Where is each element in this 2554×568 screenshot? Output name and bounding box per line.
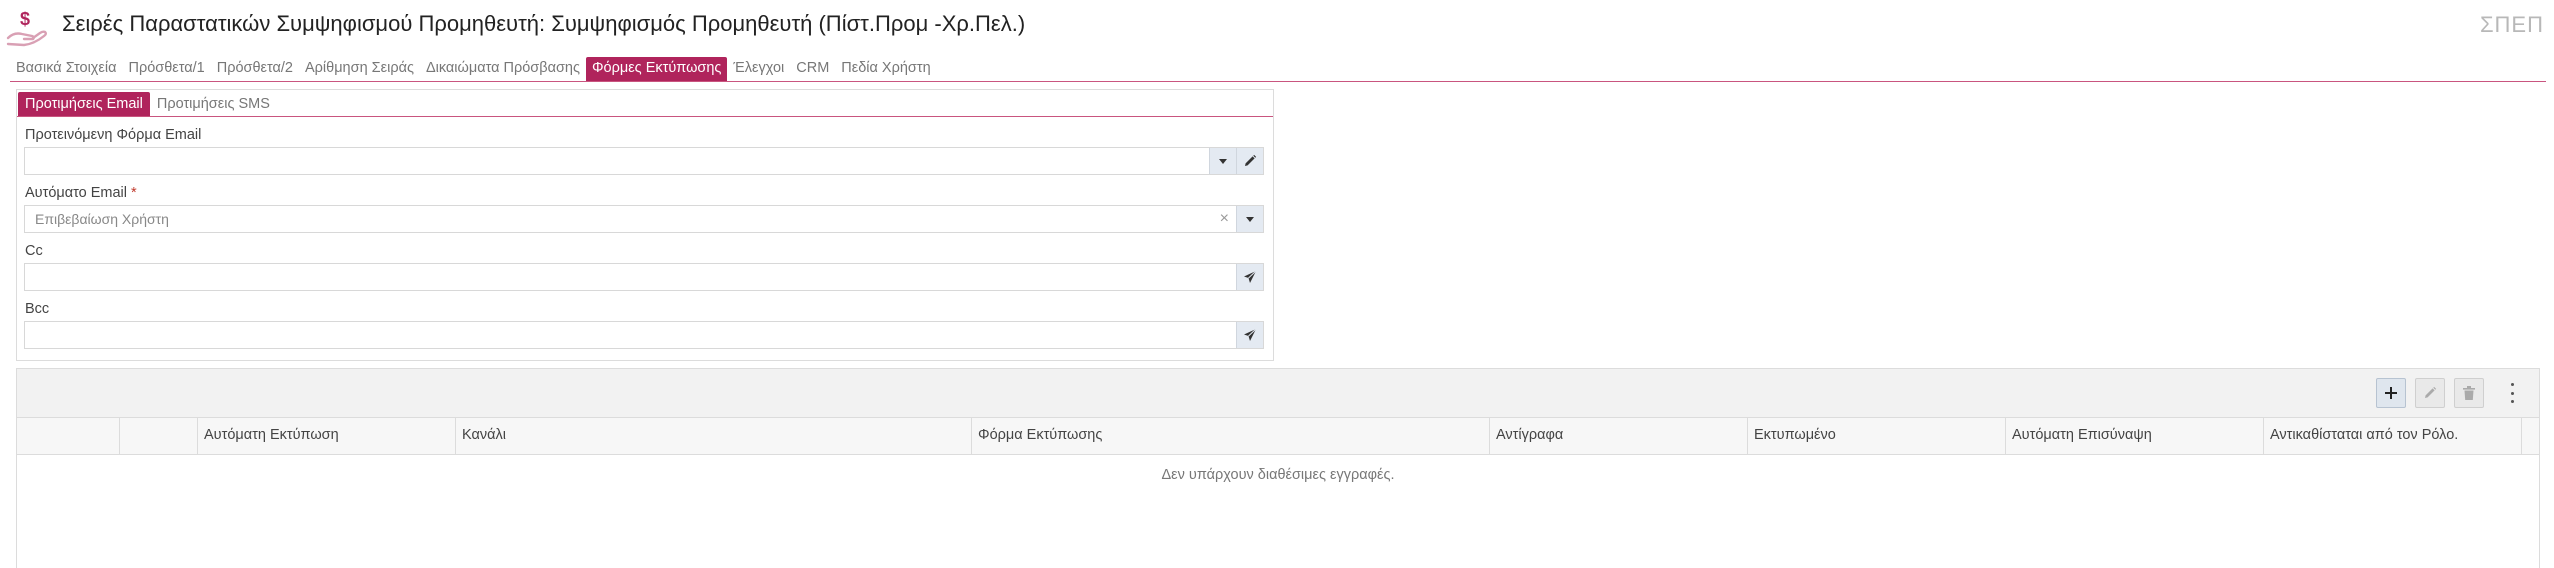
tab-sms-preferences[interactable]: Προτιμήσεις SMS [150,92,277,116]
auto-email-select[interactable]: Επιβεβαίωση Χρήστη × [24,205,1264,233]
clear-icon[interactable]: × [1220,210,1229,228]
column-header-printed[interactable]: Εκτυπωμένο [1748,418,2006,454]
tab-extra-1[interactable]: Πρόσθετα/1 [122,57,210,81]
email-preferences-panel: Προτιμήσεις Email Προτιμήσεις SMS Προτει… [16,89,1274,361]
column-header-print-form[interactable]: Φόρμα Εκτύπωσης [972,418,1490,454]
subtab-divider [17,116,1273,117]
required-mark: * [131,185,137,201]
tab-email-preferences[interactable]: Προτιμήσεις Email [18,92,150,116]
caret-down-icon [1246,217,1254,222]
add-button[interactable] [2376,378,2406,408]
auto-email-label: Αυτόματο Email * [25,185,137,201]
column-header-auto-attach[interactable]: Αυτόματη Επισύναψη [2006,418,2264,454]
paper-plane-icon [1244,270,1257,283]
edit-button[interactable] [2415,378,2445,408]
tab-user-fields[interactable]: Πεδία Χρήστη [835,57,936,81]
grid-header: Αυτόματη Εκτύπωση Κανάλι Φόρμα Εκτύπωσης… [17,418,2539,455]
column-header-replaced-by-role[interactable]: Αντικαθίσταται από τον Ρόλο. [2264,418,2522,454]
default-email-form-select[interactable] [24,147,1264,175]
more-options-icon[interactable] [2507,383,2517,403]
caret-down-icon [1219,159,1227,164]
column-header-auto-print[interactable]: Αυτόματη Εκτύπωση [198,418,456,454]
money-hand-icon: $ [6,9,47,47]
tab-print-forms[interactable]: Φόρμες Εκτύπωσης [585,57,728,81]
default-email-form-label: Προτεινόμενη Φόρμα Email [25,127,202,143]
auto-email-label-text: Αυτόματο Email [25,185,128,201]
bcc-label: Bcc [25,301,50,317]
svg-text:$: $ [20,9,30,29]
send-button[interactable] [1236,264,1263,290]
cc-field[interactable] [24,263,1264,291]
tab-checks[interactable]: Έλεγχοι [727,57,790,81]
pencil-icon [2425,386,2437,398]
tab-basic-info[interactable]: Βασικά Στοιχεία [10,57,122,81]
dropdown-button[interactable] [1209,148,1236,174]
pencil-icon [1245,154,1257,166]
bcc-field[interactable] [24,321,1264,349]
tab-series-numbering[interactable]: Αρίθμηση Σειράς [299,57,420,81]
auto-email-value: Επιβεβαίωση Χρήστη [35,211,169,227]
column-header-select[interactable] [120,418,198,454]
tab-access-rights[interactable]: Δικαιώματα Πρόσβασης [420,57,586,81]
series-code: ΣΠΕΠ [2479,12,2544,37]
send-button[interactable] [1236,322,1263,348]
sub-tabs: Προτιμήσεις Email Προτιμήσεις SMS [18,92,277,116]
empty-grid-message: Δεν υπάρχουν διαθέσιμες εγγραφές. [1161,467,1395,483]
print-forms-grid: Αυτόματη Εκτύπωση Κανάλι Φόρμα Εκτύπωσης… [16,368,2540,568]
dropdown-button[interactable] [1236,206,1263,232]
trash-icon [2463,386,2475,400]
cc-label: Cc [25,243,43,259]
page-header: $ Σειρές Παραστατικών Συμψηφισμού Προμηθ… [0,0,2554,56]
tab-extra-2[interactable]: Πρόσθετα/2 [211,57,299,81]
tab-crm[interactable]: CRM [790,57,835,81]
main-tabs: Βασικά Στοιχεία Πρόσθετα/1 Πρόσθετα/2 Αρ… [10,57,937,81]
column-header-channel[interactable]: Κανάλι [456,418,972,454]
paper-plane-icon [1244,328,1257,341]
tab-divider [10,81,2546,82]
column-header-expand[interactable] [17,418,120,454]
grid-toolbar [17,369,2539,418]
edit-form-button[interactable] [1236,148,1263,174]
page-title: Σειρές Παραστατικών Συμψηφισμού Προμηθευ… [62,11,1026,36]
delete-button[interactable] [2454,378,2484,408]
plus-icon [2385,387,2397,399]
column-header-copies[interactable]: Αντίγραφα [1490,418,1748,454]
